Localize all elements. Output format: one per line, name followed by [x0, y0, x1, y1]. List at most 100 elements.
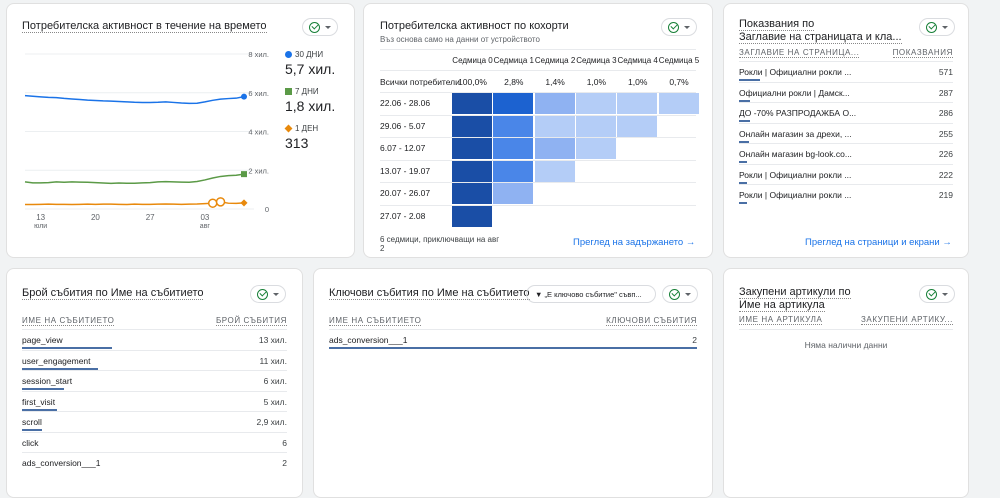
cohort-cell[interactable] [535, 138, 575, 159]
filter-chip[interactable]: ▼ „Е ключово събитие" съвп... [526, 285, 656, 303]
row-value: 2,9 хил. [257, 417, 288, 427]
legend-diamond-icon [285, 125, 293, 133]
cohort-cell[interactable] [452, 116, 492, 137]
row-value: 13 хил. [259, 335, 287, 345]
row-value: 6 хил. [264, 376, 287, 386]
cohort-column-header: Седмица 4 [617, 56, 658, 65]
column-header-item-name[interactable]: ИМЕ НА АРТИКУЛА [739, 315, 822, 325]
x-tick-label: 13 [36, 213, 45, 222]
row-value: 11 хил. [259, 356, 287, 366]
cohort-title[interactable]: Потребителска активност по кохорти [380, 20, 569, 33]
column-header-key-events[interactable]: КЛЮЧОВИ СЪБИТИЯ [606, 316, 697, 326]
table-row[interactable]: first_visit5 хил. [22, 391, 287, 412]
activity-legend: 30 ДНИ5,7 хил.7 ДНИ1,8 хил.1 ДЕН313 [285, 50, 335, 161]
legend-item: 1 ДЕН313 [285, 124, 335, 151]
x-tick-label: 27 [146, 213, 155, 222]
cohort-cell[interactable] [493, 138, 533, 159]
column-header-event-name[interactable]: ИМЕ НА СЪБИТИЕТО [329, 316, 421, 326]
cohort-cell[interactable] [617, 116, 657, 137]
cohort-cell[interactable] [576, 93, 616, 114]
x-tick-label: 20 [91, 213, 100, 222]
check-circle-icon [926, 289, 937, 300]
table-row[interactable]: Рокли | Официални рокли ...571 [739, 61, 953, 82]
all-users-value: 0,7% [659, 77, 700, 87]
table-row[interactable]: session_start6 хил. [22, 370, 287, 391]
cohort-cell[interactable] [493, 161, 533, 182]
table-row[interactable]: ads_conversion___12 [329, 329, 697, 350]
views-title[interactable]: Показвания поЗаглавие на страницата и кл… [739, 18, 909, 44]
cohort-cell[interactable] [493, 93, 533, 114]
row-value: 219 [939, 190, 953, 200]
cohort-cell[interactable] [535, 161, 575, 182]
anomaly-marker[interactable] [209, 199, 217, 207]
table-row[interactable]: scroll 2,9 хил. [22, 411, 287, 432]
table-row[interactable]: Официални рокли | Дамск...287 [739, 82, 953, 103]
table-row[interactable]: Рокли | Официални рокли ...222 [739, 164, 953, 185]
cohort-cell[interactable] [535, 116, 575, 137]
check-circle-icon [669, 289, 680, 300]
row-value: 2 [282, 458, 287, 468]
table-row[interactable]: Онлайн магазин bg-look.co...226 [739, 143, 953, 164]
cohort-cell[interactable] [452, 161, 492, 182]
legend-label: 1 ДЕН [295, 124, 318, 133]
cohort-cell[interactable] [617, 93, 657, 114]
empty-state: Няма налични данни [724, 340, 968, 350]
key-events-title[interactable]: Ключови събития по Име на събитието [329, 287, 530, 300]
column-header-views[interactable]: ПОКАЗВАНИЯ [893, 48, 953, 58]
table-row[interactable]: ads_conversion___12 [22, 452, 287, 473]
y-tick-label: 6 хил. [248, 89, 269, 98]
items-title[interactable]: Закупени артикули поИме на артикула [739, 286, 851, 312]
legend-value: 1,8 хил. [285, 98, 335, 114]
cohort-row-label: 27.07 - 2.08 [380, 211, 425, 221]
chevron-down-icon [273, 293, 279, 296]
column-header-event-name[interactable]: ИМЕ НА СЪБИТИЕТО [22, 316, 114, 326]
row-value: 226 [939, 149, 953, 159]
column-header-page-title[interactable]: ЗАГЛАВИЕ НА СТРАНИЦА... [739, 48, 859, 58]
row-name: page_view [22, 335, 63, 345]
cohort-cell[interactable] [659, 93, 699, 114]
legend-item: 30 ДНИ5,7 хил. [285, 50, 335, 77]
cohort-cell[interactable] [452, 93, 492, 114]
x-tick-month: юли [34, 223, 47, 230]
table-row[interactable]: Онлайн магазин за дрехи, ...255 [739, 123, 953, 144]
cohort-cell[interactable] [576, 138, 616, 159]
view-retention-link[interactable]: Преглед на задържането → [573, 237, 695, 248]
cohort-cell[interactable] [535, 93, 575, 114]
card-options-button[interactable] [919, 18, 955, 36]
table-row[interactable]: user_engagement11 хил. [22, 350, 287, 371]
card-options-button[interactable] [919, 285, 955, 303]
card-options-button[interactable] [661, 18, 697, 36]
row-name: Рокли | Официални рокли ... [739, 190, 851, 200]
card-options-button[interactable] [250, 285, 286, 303]
cohort-cell[interactable] [576, 116, 616, 137]
table-row[interactable]: Рокли | Официални рокли ... 219 [739, 184, 953, 205]
activity-title[interactable]: Потребителска активност в течение на вре… [22, 20, 267, 33]
events-title[interactable]: Брой събития по Име на събитието [22, 287, 203, 300]
cohort-cell[interactable] [452, 206, 492, 227]
anomaly-marker[interactable] [217, 198, 225, 206]
cohort-cell[interactable] [452, 138, 492, 159]
all-users-value: 1,4% [535, 77, 576, 87]
card-options-button[interactable] [662, 285, 698, 303]
arrow-right-icon: → [942, 237, 952, 248]
column-header-event-count[interactable]: БРОЙ СЪБИТИЯ [216, 316, 287, 326]
cohort-row-label: 22.06 - 28.06 [380, 98, 430, 108]
view-pages-link[interactable]: Преглед на страници и екрани → [805, 237, 952, 248]
y-tick-label: 8 хил. [248, 50, 269, 59]
cohort-cell[interactable] [452, 183, 492, 204]
card-options-button[interactable] [302, 18, 338, 36]
check-circle-icon [309, 22, 320, 33]
row-name: Рокли | Официални рокли ... [739, 170, 851, 180]
series-line [25, 96, 244, 104]
table-row[interactable]: page_view 13 хил. [22, 329, 287, 350]
table-row[interactable]: click6 [22, 432, 287, 453]
filter-icon: ▼ [535, 290, 545, 299]
row-value: 287 [939, 88, 953, 98]
check-circle-icon [257, 289, 268, 300]
key-events-card: Ключови събития по Име на събитието ▼ „Е… [313, 268, 713, 498]
column-header-items-purchased[interactable]: ЗАКУПЕНИ АРТИКУ... [861, 315, 953, 325]
cohort-cell[interactable] [493, 116, 533, 137]
cohort-cell[interactable] [493, 183, 533, 204]
table-row[interactable]: ДО -70% РАЗПРОДАЖБА О...286 [739, 102, 953, 123]
row-name: scroll [22, 417, 42, 427]
